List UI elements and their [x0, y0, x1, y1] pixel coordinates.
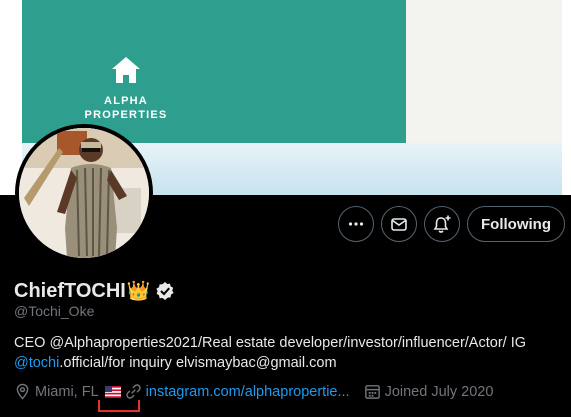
profile-name-row: ChiefTOCHI 👑 [14, 279, 175, 303]
display-name: ChiefTOCHI [14, 279, 126, 302]
location-text: Miami, FL [35, 383, 99, 400]
bio: CEO @Alphaproperties2021/Real estate dev… [14, 333, 562, 373]
more-button[interactable] [338, 206, 374, 242]
crown-emoji: 👑 [126, 281, 151, 302]
alpha-properties-logo: ALPHA PROPERTIES [76, 56, 176, 122]
avatar[interactable] [15, 124, 153, 262]
envelope-icon [391, 218, 407, 231]
message-button[interactable] [381, 206, 417, 242]
logo-line-1: ALPHA [104, 95, 148, 107]
logo-line-2: PROPERTIES [84, 109, 168, 121]
house-icon [112, 57, 140, 83]
website-item[interactable]: instagram.com/alphapropertie... [125, 383, 350, 400]
notifications-button[interactable] [424, 206, 460, 242]
following-button[interactable]: Following [467, 206, 565, 242]
verified-badge-icon [155, 282, 174, 300]
bio-text-2: .official/for inquiry elvismaybac@gmail.… [59, 355, 337, 371]
profile-meta: Miami, FL instagram.com/alphapropertie..… [14, 383, 493, 400]
joined-item: Joined July 2020 [364, 383, 494, 400]
banner-edge [562, 0, 571, 195]
location-item: Miami, FL [14, 383, 125, 400]
handle: @Tochi_Oke [14, 303, 95, 319]
location-pin-icon [16, 383, 29, 400]
banner-light-panel [406, 0, 571, 143]
more-horizontal-icon [348, 222, 364, 226]
website-link[interactable]: instagram.com/alphapropertie... [146, 384, 350, 400]
avatar-photo [19, 128, 149, 258]
bell-plus-icon [433, 215, 451, 233]
bio-mention-link[interactable]: @tochi [14, 355, 59, 371]
flag-annotation-mark [98, 400, 140, 412]
link-icon [125, 384, 141, 399]
calendar-icon [364, 385, 380, 399]
us-flag-icon [104, 385, 121, 398]
bio-text-1: CEO @Alphaproperties2021/Real estate dev… [14, 335, 527, 351]
joined-text: Joined July 2020 [384, 383, 494, 400]
